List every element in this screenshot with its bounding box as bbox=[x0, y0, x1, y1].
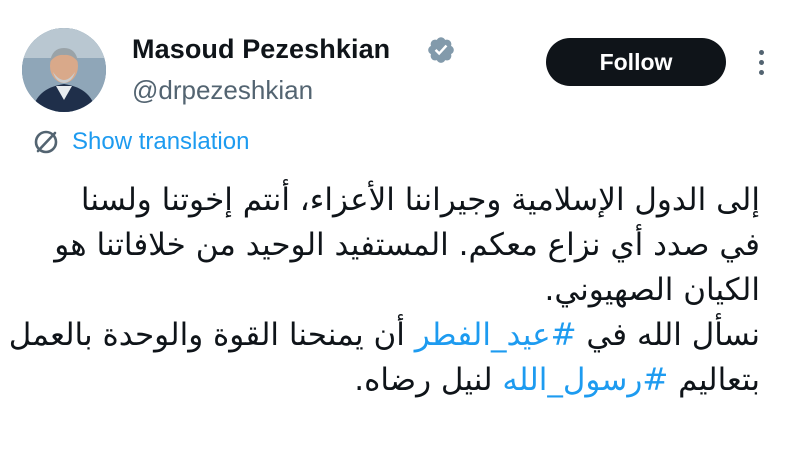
tweet-line-5-start: بتعاليم bbox=[668, 362, 760, 398]
verified-badge-icon bbox=[428, 37, 454, 63]
more-options-icon[interactable] bbox=[750, 40, 772, 84]
tweet-text: إلى الدول الإسلامية وجيراننا الأعزاء، أن… bbox=[9, 178, 760, 403]
follow-button[interactable]: Follow bbox=[546, 38, 726, 86]
hashtag-eid-al-fitr[interactable]: #عيد_الفطر bbox=[415, 317, 577, 353]
show-translation-label: Show translation bbox=[72, 128, 250, 155]
translate-icon bbox=[34, 130, 58, 154]
tweet-line-5: بتعاليم #رسول_الله لنيل رضاه. bbox=[20, 358, 760, 403]
display-name[interactable]: Masoud Pezeshkian bbox=[132, 34, 390, 65]
tweet-line-5-end: لنيل رضاه. bbox=[354, 362, 503, 398]
user-handle[interactable]: @drpezeshkian bbox=[132, 75, 313, 106]
tweet-line-3: الكيان الصهيوني. bbox=[544, 272, 760, 308]
tweet-line-4-end: أن يمنحنا القوة والوحدة بالعمل bbox=[8, 317, 415, 353]
show-translation-link[interactable]: Show translation bbox=[32, 128, 249, 156]
hashtag-rasul-allah[interactable]: #رسول_الله bbox=[502, 362, 668, 398]
avatar[interactable] bbox=[22, 28, 106, 112]
tweet-line-1: إلى الدول الإسلامية وجيراننا الأعزاء، أن… bbox=[80, 182, 760, 218]
tweet-line-4: نسأل الله في #عيد_الفطر أن يمنحنا القوة … bbox=[9, 313, 760, 358]
tweet-line-4-start: نسأل الله في bbox=[576, 317, 760, 353]
tweet-line-2: في صدد أي نزاع معكم. المستفيد الوحيد من … bbox=[54, 227, 760, 263]
profile-photo bbox=[22, 28, 106, 112]
